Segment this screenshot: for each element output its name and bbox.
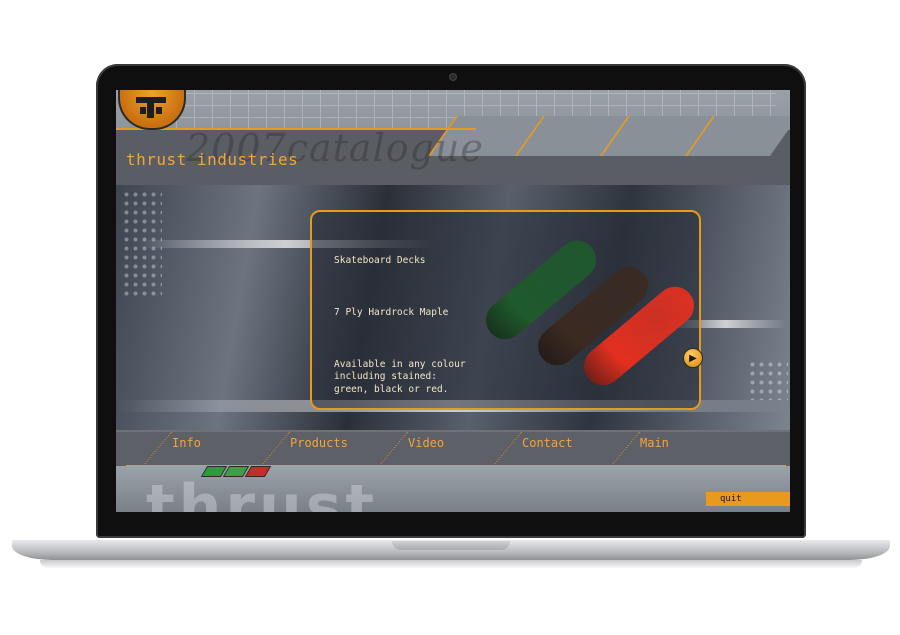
app-title: thrust industries bbox=[126, 150, 299, 169]
product-heading: Skateboard Decks bbox=[334, 255, 426, 267]
nav-video[interactable]: Video bbox=[408, 436, 444, 450]
product-spec: 7 Ply Hardrock Maple bbox=[334, 306, 449, 318]
nav-divider bbox=[258, 432, 292, 468]
laptop-base-shadow bbox=[40, 560, 862, 568]
product-description: Available in any colour including staine… bbox=[334, 358, 466, 395]
screen: 2007catalogue thrust industries Skateboa… bbox=[116, 90, 790, 512]
nav-main[interactable]: Main bbox=[640, 436, 669, 450]
product-info: Skateboard Decks 7 Ply Hardrock Maple Av… bbox=[334, 230, 466, 436]
quit-button[interactable]: quit bbox=[706, 492, 790, 506]
nav-divider bbox=[140, 432, 174, 468]
dot-pattern bbox=[748, 360, 788, 400]
colour-swatches bbox=[200, 466, 272, 477]
nav-divider bbox=[608, 432, 642, 468]
logo-glyph-icon bbox=[136, 97, 166, 118]
swatch-red[interactable] bbox=[244, 466, 272, 477]
nav-divider bbox=[376, 432, 410, 468]
nav-divider bbox=[490, 432, 524, 468]
nav-bar: Info Products Video Contact Main bbox=[116, 430, 790, 468]
laptop-notch bbox=[392, 541, 510, 550]
nav-products[interactable]: Products bbox=[290, 436, 348, 450]
next-arrow-button[interactable]: ▶ bbox=[683, 348, 703, 368]
nav-info[interactable]: Info bbox=[172, 436, 201, 450]
thrust-watermark: thrust bbox=[146, 472, 379, 512]
dot-pattern bbox=[122, 190, 162, 300]
play-arrow-icon: ▶ bbox=[689, 352, 697, 364]
nav-contact[interactable]: Contact bbox=[522, 436, 573, 450]
product-panel: Skateboard Decks 7 Ply Hardrock Maple Av… bbox=[310, 210, 702, 410]
webcam bbox=[450, 74, 456, 80]
